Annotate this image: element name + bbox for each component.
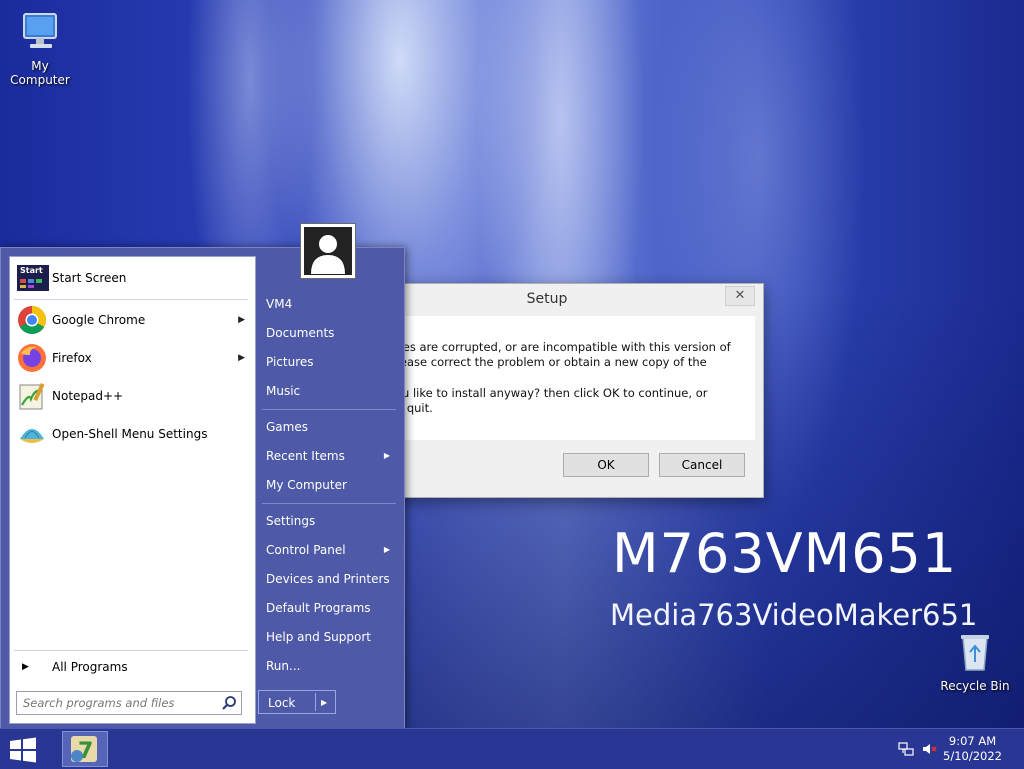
search-placeholder: Search programs and files bbox=[23, 696, 175, 710]
recycle-bin-icon bbox=[961, 635, 989, 671]
notepadpp-label: Notepad++ bbox=[52, 389, 124, 403]
left-pane-separator bbox=[14, 650, 248, 651]
triangle-right-icon: ▶ bbox=[22, 662, 29, 672]
default-programs-item[interactable]: Default Programs bbox=[258, 595, 398, 621]
control-panel-item[interactable]: Control Panel ▶ bbox=[258, 537, 398, 563]
user-folder-item[interactable]: VM4 bbox=[258, 291, 398, 317]
my-computer-item[interactable]: My Computer bbox=[258, 472, 398, 498]
search-icon[interactable] bbox=[221, 695, 237, 711]
start-tile-text: Start bbox=[20, 266, 43, 275]
openshell-icon bbox=[20, 429, 44, 443]
chevron-right-icon: ▶ bbox=[238, 315, 245, 325]
clock-time: 9:07 AM bbox=[948, 734, 997, 748]
firefox-icon bbox=[18, 344, 46, 372]
ok-button[interactable]: OK bbox=[563, 453, 649, 477]
openshell-settings-item[interactable]: Open-Shell Menu Settings bbox=[14, 417, 251, 451]
chrome-label: Google Chrome bbox=[52, 313, 146, 327]
run-item[interactable]: Run... bbox=[258, 653, 398, 679]
start-screen-label: Start Screen bbox=[52, 271, 127, 285]
computer-icon bbox=[23, 13, 57, 48]
chevron-right-icon: ▶ bbox=[238, 353, 245, 363]
devices-printers-item[interactable]: Devices and Printers bbox=[258, 566, 398, 592]
settings-item[interactable]: Settings bbox=[258, 508, 398, 534]
games-item[interactable]: Games bbox=[258, 414, 398, 440]
dialog-close-button[interactable]: ✕ bbox=[725, 286, 755, 306]
firefox-item[interactable]: Firefox ▶ bbox=[14, 341, 251, 375]
search-input[interactable]: Search programs and files bbox=[16, 691, 242, 715]
clock-date: 5/10/2022 bbox=[943, 749, 1002, 763]
right-pane-separator bbox=[262, 503, 396, 504]
chevron-right-icon[interactable]: ▶ bbox=[321, 691, 327, 715]
my-computer-label: My Computer bbox=[10, 59, 70, 87]
lock-label: Lock bbox=[268, 696, 296, 710]
taskbar-app-setup[interactable]: 7 bbox=[62, 731, 108, 767]
recycle-bin-desktop-icon[interactable]: Recycle Bin bbox=[935, 630, 1015, 693]
left-pane-separator bbox=[14, 299, 248, 300]
network-icon[interactable] bbox=[898, 741, 914, 757]
dialog-message-1: Theme files are corrupted, or are incomp… bbox=[349, 340, 731, 384]
all-programs-label: All Programs bbox=[52, 660, 128, 674]
control-panel-label: Control Panel bbox=[266, 543, 346, 557]
user-icon bbox=[304, 227, 352, 275]
volume-muted-icon[interactable] bbox=[921, 741, 937, 757]
system-clock[interactable]: 9:07 AM 5/10/2022 bbox=[943, 734, 1002, 764]
notepadpp-icon bbox=[19, 382, 45, 410]
firefox-label: Firefox bbox=[52, 351, 92, 365]
dialog-message-2: Would you like to install anyway? then c… bbox=[349, 386, 708, 415]
documents-item[interactable]: Documents bbox=[258, 320, 398, 346]
chrome-item[interactable]: Google Chrome ▶ bbox=[14, 303, 251, 337]
start-screen-icon: Start bbox=[17, 265, 49, 291]
help-support-item[interactable]: Help and Support bbox=[258, 624, 398, 650]
pictures-item[interactable]: Pictures bbox=[258, 349, 398, 375]
seven-setup-icon: 7 bbox=[71, 736, 97, 764]
music-item[interactable]: Music bbox=[258, 378, 398, 404]
openshell-label: Open-Shell Menu Settings bbox=[52, 427, 208, 441]
cancel-button[interactable]: Cancel bbox=[659, 453, 745, 477]
chevron-right-icon: ▶ bbox=[383, 545, 390, 554]
my-computer-desktop-icon[interactable]: My Computer bbox=[0, 10, 80, 87]
windows-start-button[interactable] bbox=[8, 737, 38, 763]
start-menu-left-pane: Start Start Screen Google Chrome ▶ Firef… bbox=[9, 256, 256, 724]
chrome-icon bbox=[18, 306, 46, 334]
recycle-bin-label: Recycle Bin bbox=[940, 679, 1010, 693]
lock-button-divider bbox=[315, 693, 316, 711]
start-screen-item[interactable]: Start Start Screen bbox=[14, 261, 251, 295]
lock-button[interactable]: Lock ▶ bbox=[258, 690, 336, 714]
chevron-right-icon: ▶ bbox=[383, 451, 390, 460]
watermark-subtitle: Media763VideoMaker651 bbox=[610, 598, 978, 632]
right-pane-separator bbox=[262, 409, 396, 410]
recent-items-item[interactable]: Recent Items ▶ bbox=[258, 443, 398, 469]
notepadpp-item[interactable]: Notepad++ bbox=[14, 379, 251, 413]
user-avatar[interactable] bbox=[300, 223, 356, 279]
recent-items-label: Recent Items bbox=[266, 449, 345, 463]
all-programs-item[interactable]: ▶ All Programs bbox=[14, 654, 251, 680]
taskbar: 7 9:07 AM 5/10/2022 bbox=[0, 728, 1024, 769]
watermark-title: M763VM651 bbox=[612, 522, 958, 585]
